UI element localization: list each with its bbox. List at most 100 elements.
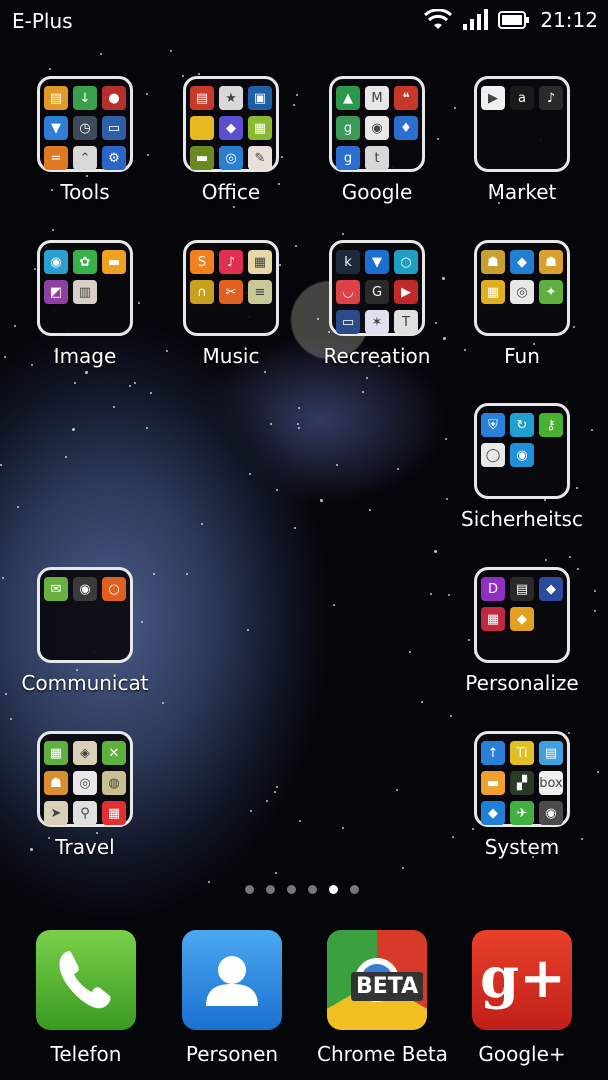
owl-icon: ◉ (73, 577, 97, 601)
folder-preview[interactable]: ▲ M ❝ g ◉ ♦ g t (329, 76, 425, 172)
widget-clock-icon: ▤ (510, 577, 534, 601)
dock-app-google-[interactable]: g+ Google+ (462, 930, 582, 1066)
folder-sicherheitsc[interactable]: ⛨ ↻ ⚷ ◯ ◉ Sicherheitsc (449, 403, 595, 531)
record-icon: ◯ (481, 443, 505, 467)
folder-travel[interactable]: ▦ ◈ ✕ ☗ ◎ ◍ ➤ ⚲ ▦ Travel (12, 731, 158, 859)
folder-office[interactable]: ▤ ★ ▣ ◆ ▦ ▬ ◎ ✎ Office (158, 76, 304, 204)
sheet-icon: ▦ (248, 116, 272, 140)
maps-icon: ▦ (44, 741, 68, 765)
scissors-icon: ✂ (219, 280, 243, 304)
video-icon: ▶ (394, 280, 418, 304)
folder-preview[interactable]: ▤ ↓ ● ▼ ◷ ▭ = ⌃ ⚙ (37, 76, 133, 172)
folder-preview[interactable]: D ▤ ◆ ▦ ◆ (474, 567, 570, 663)
folder-market[interactable]: ▶ a ♪ Market (449, 76, 595, 204)
keyboard-icon: ▦ (481, 607, 505, 631)
tape-icon: ▭ (102, 116, 126, 140)
tivo-geek-icon: G (365, 280, 389, 304)
page-dot[interactable] (308, 885, 317, 894)
folder-fun[interactable]: ☗ ◆ ☗ ▦ ◎ ✦ Fun (449, 240, 595, 368)
folder-preview[interactable]: k ▼ ○ ◡ G ▶ ▭ ✶ T (329, 240, 425, 336)
folder-label: Market (487, 180, 557, 204)
pin-icon: ⚲ (73, 801, 97, 825)
amazon-icon: a (510, 86, 534, 110)
temple-run-icon: ☗ (481, 250, 505, 274)
folder-system[interactable]: ↑ Ti ▤ ▬ ▞ box ◆ ✈ ◉ System (449, 731, 595, 859)
download-icon: ↓ (73, 86, 97, 110)
dock-app-telefon[interactable]: Telefon (26, 930, 146, 1066)
folder-preview[interactable]: S ♪ ▦ ∩ ✂ ≡ (183, 240, 279, 336)
folder-preview[interactable]: ↑ Ti ▤ ▬ ▞ box ◆ ✈ ◉ (474, 731, 570, 827)
folder-label: Tools (60, 180, 110, 204)
compass-icon: ⌃ (73, 146, 97, 170)
folder-label: Sicherheitsc (461, 507, 583, 531)
folder-communicat[interactable]: ✉ ◉ ○ Communicat (12, 567, 158, 695)
doc-icon: ▤ (190, 86, 214, 110)
chrome-beta-icon[interactable]: BETA (327, 930, 427, 1030)
clock-icon: ◷ (73, 116, 97, 140)
folder-music[interactable]: S ♪ ▦ ∩ ✂ ≡ Music (158, 240, 304, 368)
page-dot[interactable] (287, 885, 296, 894)
puzzle-icon: ✦ (539, 280, 563, 304)
clock-time: 21:12 (540, 8, 598, 32)
dock-app-chrome-beta[interactable]: BETA Chrome Beta (317, 930, 448, 1066)
folder-preview[interactable]: ⛨ ↻ ⚷ ◯ ◉ (474, 403, 570, 499)
folder-preview[interactable]: ✉ ◉ ○ (37, 567, 133, 663)
folder-icon: ▬ (481, 771, 505, 795)
page-dot[interactable] (350, 885, 359, 894)
folder-recreation[interactable]: k ▼ ○ ◡ G ▶ ▭ ✶ T Recreation (304, 240, 450, 368)
folder-preview[interactable]: ☗ ◆ ☗ ▦ ◎ ✦ (474, 240, 570, 336)
chrome-small-icon: ◉ (365, 116, 389, 140)
refresh-icon: ↻ (510, 413, 534, 437)
page-dot[interactable] (266, 885, 275, 894)
googleplus-icon[interactable]: g+ (472, 930, 572, 1030)
notes-icon: = (44, 146, 68, 170)
page-indicator[interactable] (245, 885, 359, 894)
folder-label: Fun (504, 344, 540, 368)
chart-icon: ✎ (248, 146, 272, 170)
page-dot[interactable] (245, 885, 254, 894)
terminal-icon: ▞ (510, 771, 534, 795)
search-app-icon: ◎ (219, 146, 243, 170)
dropbox-icon: ◆ (481, 801, 505, 825)
settings-gear-icon: ⚙ (102, 146, 126, 170)
tv-app-icon: ▭ (336, 310, 360, 334)
beta-badge: BETA (351, 972, 424, 1001)
google-search-icon: g (336, 146, 360, 170)
game-blue-icon: ◆ (510, 250, 534, 274)
folder-preview[interactable]: ▦ ◈ ✕ ☗ ◎ ◍ ➤ ⚲ ▦ (37, 731, 133, 827)
hangouts-icon: ❝ (394, 86, 418, 110)
folder-label: Google (341, 180, 413, 204)
titanium-icon: Ti (510, 741, 534, 765)
folder-image[interactable]: ◉ ✿ ▬ ◩ ▥ Image (12, 240, 158, 368)
kindle-icon: k (336, 250, 360, 274)
folder-personalize[interactable]: D ▤ ◆ ▦ ◆ Personalize (449, 567, 595, 695)
dock-app-label: Chrome Beta (317, 1042, 448, 1066)
recorder-icon: ● (102, 86, 126, 110)
dock-app-personen[interactable]: Personen (172, 930, 292, 1066)
folder-google[interactable]: ▲ M ❝ g ◉ ♦ g t Google (304, 76, 450, 204)
tiger-icon: ☗ (44, 771, 68, 795)
carrier-name: E-Plus (12, 9, 73, 33)
music-note-icon: ♪ (219, 250, 243, 274)
phone-icon[interactable] (36, 930, 136, 1030)
amazon-mp3-icon: ♪ (539, 86, 563, 110)
folder-preview[interactable]: ▶ a ♪ (474, 76, 570, 172)
news-icon: ✶ (365, 310, 389, 334)
folder-preview[interactable]: ▤ ★ ▣ ◆ ▦ ▬ ◎ ✎ (183, 76, 279, 172)
contacts-icon[interactable] (182, 930, 282, 1030)
photo-editor-icon: ◩ (44, 280, 68, 304)
wifi-icon (424, 9, 453, 29)
filmstrip-icon: ▥ (73, 280, 97, 304)
spiral-icon: ◎ (510, 280, 534, 304)
folder-label: Personalize (465, 671, 579, 695)
dock-app-label: Telefon (50, 1042, 122, 1066)
page-dot[interactable] (329, 885, 338, 894)
folder-preview[interactable]: ◉ ✿ ▬ ◩ ▥ (37, 240, 133, 336)
tripadvisor-icon: ◎ (73, 771, 97, 795)
sunset-icon: ▬ (102, 250, 126, 274)
temple-run-2-icon: ☗ (539, 250, 563, 274)
gallery-icon: ✿ (73, 250, 97, 274)
voice-search-icon: ♦ (394, 116, 418, 140)
folder-tools[interactable]: ▤ ↓ ● ▼ ◷ ▭ = ⌃ ⚙ Tools (12, 76, 158, 204)
gmail-icon: M (365, 86, 389, 110)
